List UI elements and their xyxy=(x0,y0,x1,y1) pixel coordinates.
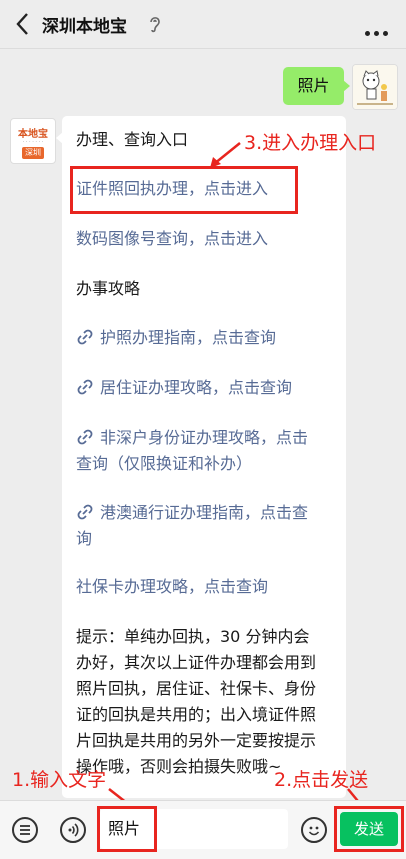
social-card-link[interactable]: 社保卡办理攻略，点击查询 xyxy=(76,575,268,599)
hk-macau-permit-link[interactable]: 港澳通行证办理指南，点击查 xyxy=(76,501,308,525)
bot-message-bubble: 办理、查询入口 证件照回执办理，点击进入 数码图像号查询，点击进入 办事攻略 护… xyxy=(56,116,346,798)
id-card-guide-text-line1: 非深户身份证办理攻略，点击 xyxy=(100,428,309,447)
chat-header: 深圳本地宝 xyxy=(0,0,406,49)
link-icon xyxy=(77,379,93,395)
residence-permit-text: 居住证办理攻略，点击查询 xyxy=(100,378,293,397)
step1-highlight-box xyxy=(97,806,157,852)
link-icon xyxy=(77,329,93,345)
bot-logo-subline-icon: · · · · · · · xyxy=(22,139,44,145)
cartoon-cat-avatar-icon xyxy=(353,65,397,109)
passport-guide-text: 护照办理指南，点击查询 xyxy=(100,328,277,347)
residence-permit-link[interactable]: 居住证办理攻略，点击查询 xyxy=(76,376,292,400)
tip-line: 办好，其次以上证件办理都会用到 xyxy=(76,653,317,672)
tip-line: 照片回执，居住证、社保卡、身份 xyxy=(76,679,317,698)
bot-logo-text: 本地宝 xyxy=(18,129,48,140)
chat-title: 深圳本地宝 xyxy=(42,17,127,37)
tip-line: 片回执是共用的另外一定要按提示 xyxy=(76,731,317,750)
hk-macau-permit-text-line2[interactable]: 询 xyxy=(76,527,92,551)
user-message-text: 照片 xyxy=(297,76,330,95)
user-avatar[interactable] xyxy=(352,64,398,110)
tip-line: 证的回执是共用的；出入境证件照 xyxy=(76,705,317,724)
step3-label: 3.进入办理入口 xyxy=(244,132,377,154)
link-icon xyxy=(77,429,93,445)
passport-guide-link[interactable]: 护照办理指南，点击查询 xyxy=(76,326,276,350)
step2-highlight-box xyxy=(334,806,404,852)
id-card-guide-link[interactable]: 非深户身份证办理攻略，点击 xyxy=(76,426,308,450)
tip-line: 操作哦，否则会拍摄失败哦~ xyxy=(76,757,282,776)
guide-heading: 办事攻略 xyxy=(76,279,141,298)
step3-arrow-icon xyxy=(210,142,241,168)
user-message-bubble: 照片 xyxy=(283,67,350,105)
tip-line: 提示：单纯办回执，30 分钟内会 xyxy=(76,627,310,646)
bot-logo-tag: 深圳 xyxy=(22,147,44,159)
menu-list-icon[interactable] xyxy=(12,817,38,843)
more-options-icon[interactable] xyxy=(361,21,388,40)
emoji-icon[interactable] xyxy=(301,817,327,843)
link-icon xyxy=(77,504,93,520)
bot-avatar[interactable]: 本地宝 · · · · · · · 深圳 xyxy=(10,118,56,164)
entry-heading: 办理、查询入口 xyxy=(76,130,189,149)
back-arrow-icon[interactable] xyxy=(12,11,34,37)
step3-highlight-box xyxy=(70,166,298,214)
step1-label: 1.输入文字 xyxy=(12,769,107,791)
id-card-guide-text-line2[interactable]: 查询（仅限换证和补办） xyxy=(76,452,252,476)
hk-macau-permit-text-line1: 港澳通行证办理指南，点击查 xyxy=(100,503,309,522)
ear-icon xyxy=(150,17,160,33)
voice-icon[interactable] xyxy=(60,817,86,843)
image-number-query-link[interactable]: 数码图像号查询，点击进入 xyxy=(76,227,268,251)
